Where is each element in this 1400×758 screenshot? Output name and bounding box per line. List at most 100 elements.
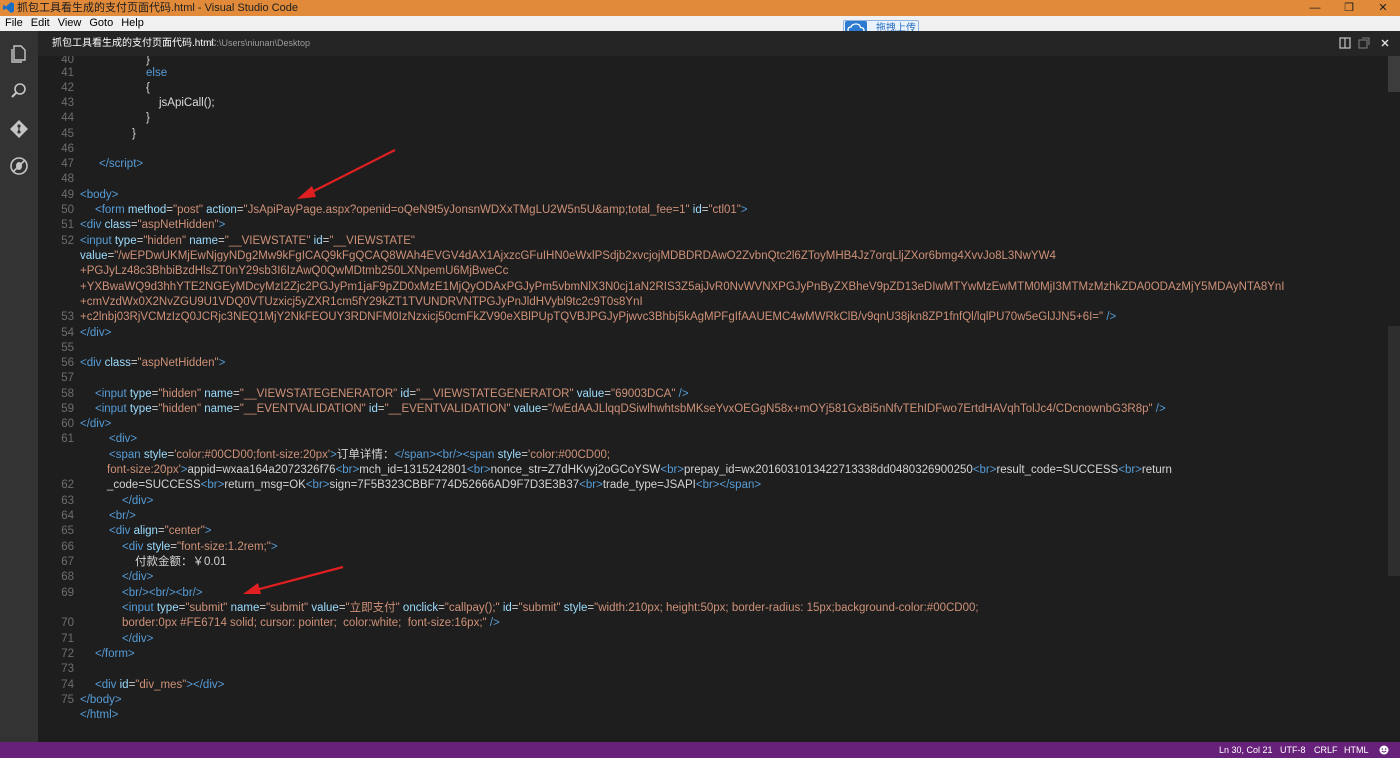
line-number: 54	[61, 327, 74, 339]
language-mode[interactable]: HTML	[1344, 742, 1369, 758]
line-number: 47	[61, 158, 74, 170]
code-line: </form>	[95, 648, 135, 660]
scrollbar-thumb[interactable]	[1388, 56, 1400, 92]
code-line: +cmVzdWx0X2NvZGU9U1VDQ0VTUzxicj5yZXR1cm5…	[80, 296, 643, 308]
line-number: 52	[61, 235, 74, 247]
code-line: <div style="font-size:1.2rem;">	[122, 541, 278, 553]
line-number: 41	[61, 67, 74, 79]
menu-goto[interactable]: Goto	[85, 16, 117, 31]
line-number: 68	[61, 571, 74, 583]
menu-file[interactable]: File	[0, 16, 27, 31]
line-number: 64	[61, 510, 74, 522]
line-number: 67	[61, 556, 74, 568]
line-number: 59	[61, 403, 74, 415]
line-number: 61	[61, 433, 74, 445]
line-number: 50	[61, 204, 74, 216]
scrollbar-region	[1388, 326, 1400, 576]
code-line: <input type="hidden" name="__VIEWSTATEGE…	[95, 388, 689, 400]
code-line: <div>	[109, 433, 138, 445]
code-line: }	[146, 112, 150, 124]
debug-icon[interactable]	[8, 155, 30, 177]
line-number: 74	[61, 679, 74, 691]
code-line: <input type="submit" name="submit" value…	[122, 602, 979, 614]
menu-edit[interactable]: Edit	[27, 16, 54, 31]
line-number: 45	[61, 128, 74, 140]
code-line: }	[132, 128, 136, 140]
line-number: 70	[61, 617, 74, 629]
activity-bar	[0, 31, 38, 742]
menu-bar: File Edit View Goto Help	[0, 16, 1400, 31]
code-line: </html>	[80, 709, 119, 721]
eol-indicator[interactable]: CRLF	[1314, 742, 1338, 758]
restore-button[interactable]: ❐	[1332, 0, 1366, 16]
code-line: </div>	[80, 327, 112, 339]
explorer-icon[interactable]	[8, 43, 30, 65]
code-line: <span style='color:#00CD00;font-size:20p…	[109, 449, 611, 461]
code-line: {	[146, 82, 150, 94]
cursor-position[interactable]: Ln 30, Col 21	[1219, 742, 1273, 758]
search-icon[interactable]	[8, 80, 30, 102]
status-bar: Ln 30, Col 21 UTF-8 CRLF HTML	[0, 742, 1400, 758]
title-bar: 抓包工具看生成的支付页面代码.html - Visual Studio Code…	[0, 0, 1400, 16]
split-editor-icon[interactable]	[1339, 37, 1351, 49]
code-line: +c2lnbj03RjVCMzIzQ0JCRjc3NEQ1MjY2NkFEOUY…	[80, 311, 1117, 323]
code-line: </div>	[122, 495, 154, 507]
line-number: 66	[61, 541, 74, 553]
menu-view[interactable]: View	[54, 16, 86, 31]
line-number: 42	[61, 82, 74, 94]
window-title: 抓包工具看生成的支付页面代码.html - Visual Studio Code	[17, 2, 298, 14]
line-number: 63	[61, 495, 74, 507]
editor-tab-header: 抓包工具看生成的支付页面代码.html C:\Users\niunan\Desk…	[38, 31, 1400, 56]
code-line: <body>	[80, 189, 119, 201]
line-number: 44	[61, 112, 74, 124]
code-line: else	[146, 67, 168, 79]
tab-filename[interactable]: 抓包工具看生成的支付页面代码.html	[52, 31, 214, 56]
open-preview-icon[interactable]	[1358, 37, 1370, 49]
code-line: </div>	[122, 633, 154, 645]
code-line: jsApiCall();	[159, 97, 215, 109]
code-line: 付款金额：￥0.01	[135, 556, 227, 568]
encoding-indicator[interactable]: UTF-8	[1280, 742, 1306, 758]
code-line: <div class="aspNetHidden">	[80, 219, 226, 231]
code-line: </script>	[99, 158, 144, 170]
code-line: border:0px #FE6714 solid; cursor: pointe…	[122, 617, 500, 629]
line-number: 49	[61, 189, 74, 201]
tab-filepath: C:\Users\niunan\Desktop	[210, 38, 311, 48]
code-editor[interactable]: 40 41 42 43 44 45 46 47 48 49 50 51 52 53 54 55 56 57 58 59…	[38, 56, 1400, 742]
close-editor-icon[interactable]	[1379, 37, 1391, 49]
line-number: 75	[61, 694, 74, 706]
line-number: 56	[61, 357, 74, 369]
line-number: 73	[61, 663, 74, 675]
line-number: 46	[61, 143, 74, 155]
line-number: 48	[61, 173, 74, 185]
line-number-gutter: 40 41 42 43 44 45 46 47 48 49 50 51 52 53 54 55 56 57 58 59…	[38, 56, 74, 742]
close-button[interactable]: ✕	[1366, 0, 1400, 16]
line-number: 60	[61, 418, 74, 430]
code-line: _code=SUCCESS<br>return_msg=OK<br>sign=7…	[107, 479, 762, 491]
git-icon[interactable]	[8, 118, 30, 140]
code-line: </body>	[80, 694, 122, 706]
code-line: </div>	[80, 418, 112, 430]
line-number: 58	[61, 388, 74, 400]
line-number: 43	[61, 97, 74, 109]
code-line: <input type="hidden" name="__EVENTVALIDA…	[95, 403, 1166, 415]
code-line: <form method="post" action="JsApiPayPage…	[95, 204, 748, 216]
editor-scrollbar[interactable]	[1388, 56, 1400, 742]
feedback-smiley-icon[interactable]	[1379, 745, 1389, 755]
line-number: 62	[61, 479, 74, 491]
code-line: </div>	[122, 571, 154, 583]
code-line: <br/><br/><br/>	[122, 587, 203, 599]
code-line: +YXBwaWQ9d3hhYTE2NGEyMDcyMzI2Zjc2PGJyPm1…	[80, 281, 1285, 293]
line-number: 69	[61, 587, 74, 599]
line-number: 57	[61, 372, 74, 384]
code-line: <input type="hidden" name="__VIEWSTATE" …	[80, 235, 416, 247]
line-number: 51	[61, 219, 74, 231]
code-line: value="/wEPDwUKMjEwNjgyNDg2Mw9kFgICAQ9kF…	[80, 250, 1056, 262]
code-line: font-size:20px'>appid=wxaa164a2072326f76…	[107, 464, 1172, 476]
minimize-button[interactable]: —	[1298, 0, 1332, 16]
code-line: <div class="aspNetHidden">	[80, 357, 226, 369]
line-number: 72	[61, 648, 74, 660]
menu-help[interactable]: Help	[117, 16, 148, 31]
line-number: 53	[61, 311, 74, 323]
code-line: <div id="div_mes"></div>	[95, 679, 225, 691]
